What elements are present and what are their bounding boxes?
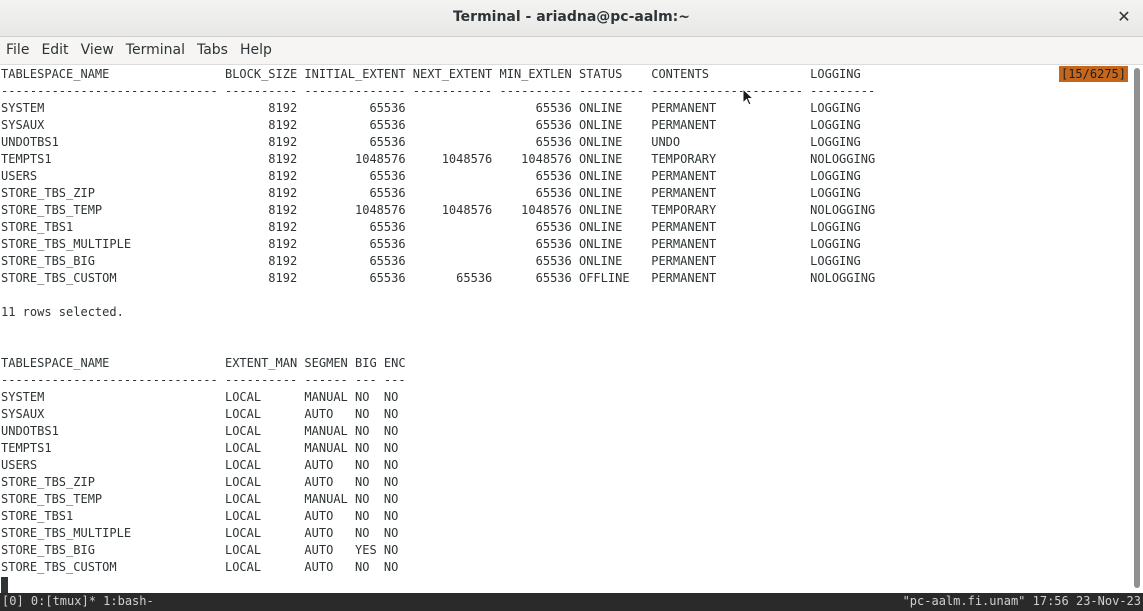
terminal-line: UNDOTBS1 8192 65536 65536 ONLINE UNDO LO… [1,135,861,149]
terminal-line: STORE_TBS_CUSTOM 8192 65536 65536 65536 … [1,271,876,285]
terminal-line: STORE_TBS_ZIP 8192 65536 65536 ONLINE PE… [1,186,861,200]
terminal-line: SYSAUX LOCAL AUTO NO NO [1,407,399,421]
menu-help[interactable]: Help [234,37,278,58]
mouse-pointer-icon [742,88,754,106]
menu-tabs[interactable]: Tabs [191,37,234,58]
terminal-line: STORE_TBS_CUSTOM LOCAL AUTO NO NO [1,560,399,574]
terminal-line: STORE_TBS_MULTIPLE LOCAL AUTO NO NO [1,526,399,540]
terminal-line: 11 rows selected. [1,305,124,319]
terminal-line: SYSAUX 8192 65536 65536 ONLINE PERMANENT… [1,118,861,132]
text-cursor [1,577,8,593]
terminal-line: UNDOTBS1 LOCAL MANUAL NO NO [1,424,399,438]
terminal-line: TEMPTS1 LOCAL MANUAL NO NO [1,441,399,455]
terminal-line: STORE_TBS_BIG 8192 65536 65536 ONLINE PE… [1,254,861,268]
tmux-host-clock: "pc-aalm.fi.unam" 17:56 23-Nov-23 [902,594,1141,608]
tmux-window-list[interactable]: [0] 0:[tmux]* 1:bash- [2,593,154,610]
terminal-line: TABLESPACE_NAME EXTENT_MAN SEGMEN BIG EN… [1,356,406,370]
terminal-output: TABLESPACE_NAME BLOCK_SIZE INITIAL_EXTEN… [0,65,1130,576]
terminal-line: TABLESPACE_NAME BLOCK_SIZE INITIAL_EXTEN… [1,67,861,81]
terminal-line: STORE_TBS_TEMP 8192 1048576 1048576 1048… [1,203,876,217]
tmux-status-bar: [0] 0:[tmux]* 1:bash- "pc-aalm.fi.unam" … [0,593,1143,611]
terminal-line: STORE_TBS1 8192 65536 65536 ONLINE PERMA… [1,220,861,234]
terminal-area[interactable]: TABLESPACE_NAME BLOCK_SIZE INITIAL_EXTEN… [0,65,1130,593]
menu-view[interactable]: View [75,37,120,58]
terminal-line: STORE_TBS_MULTIPLE 8192 65536 65536 ONLI… [1,237,861,251]
terminal-line: STORE_TBS1 LOCAL AUTO NO NO [1,509,399,523]
menu-file[interactable]: File [0,37,35,58]
terminal-line: STORE_TBS_TEMP LOCAL MANUAL NO NO [1,492,399,506]
scrollbar-thumb[interactable] [1134,68,1140,588]
terminal-line: TEMPTS1 8192 1048576 1048576 1048576 ONL… [1,152,876,166]
terminal-line: USERS LOCAL AUTO NO NO [1,458,399,472]
menu-terminal[interactable]: Terminal [120,37,191,58]
terminal-line: STORE_TBS_ZIP LOCAL AUTO NO NO [1,475,399,489]
terminal-line: STORE_TBS_BIG LOCAL AUTO YES NO [1,543,399,557]
menu-edit[interactable]: Edit [35,37,74,58]
window-title: Terminal - ariadna@pc-aalm:~ [452,9,691,25]
window-titlebar[interactable]: Terminal - ariadna@pc-aalm:~ ✕ [0,0,1143,37]
terminal-line: ------------------------------ ---------… [1,373,406,387]
tmux-position-counter: [15/6275] [1058,66,1128,82]
terminal-line: USERS 8192 65536 65536 ONLINE PERMANENT … [1,169,861,183]
terminal-line: SYSTEM 8192 65536 65536 ONLINE PERMANENT… [1,101,861,115]
close-icon[interactable]: ✕ [1115,7,1133,27]
menu-bar: File Edit View Terminal Tabs Help [0,37,1143,65]
terminal-line: SYSTEM LOCAL MANUAL NO NO [1,390,399,404]
